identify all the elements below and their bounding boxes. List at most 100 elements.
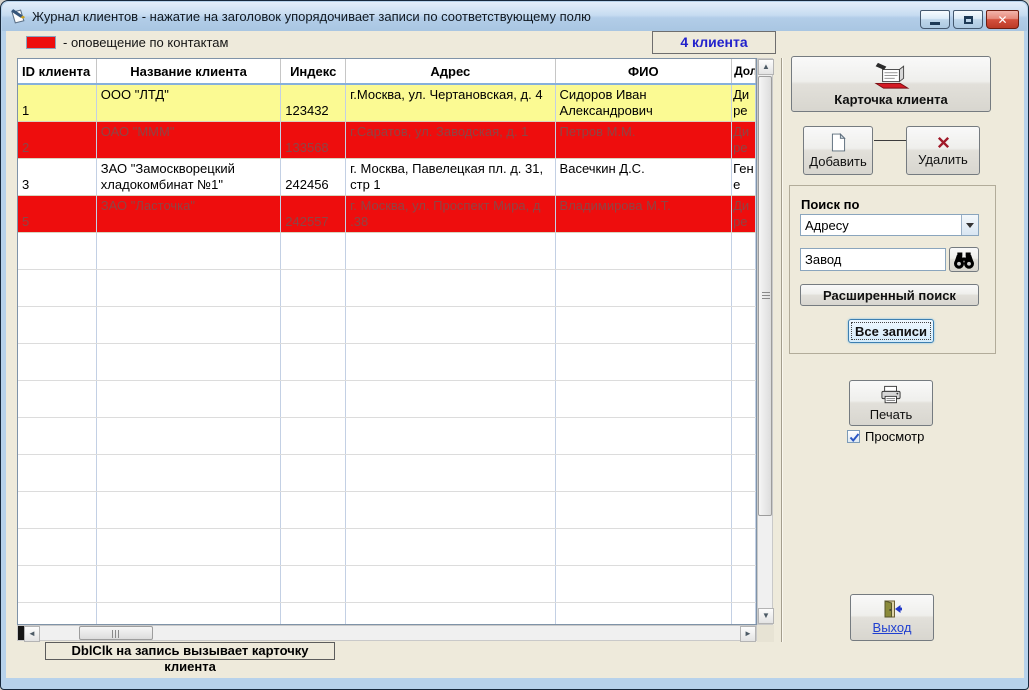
search-group-label: Поиск по: [801, 197, 859, 212]
delete-label: Удалить: [918, 152, 968, 167]
delete-x-icon: [936, 135, 951, 150]
new-document-icon: [831, 133, 846, 152]
clients-grid: ID клиентаНазвание клиентаИндексАдресФИО…: [17, 58, 757, 625]
preview-checkbox[interactable]: [847, 430, 860, 443]
dropdown-selected-value: Адресу: [801, 218, 961, 233]
search-input[interactable]: [800, 248, 946, 271]
vertical-scroll-thumb[interactable]: [758, 76, 772, 516]
all-records-label: Все записи: [855, 324, 927, 339]
column-header-index[interactable]: Индекс: [281, 59, 346, 83]
exit-button[interactable]: Выход: [850, 594, 934, 641]
titlebar[interactable]: Журнал клиентов - нажатие на заголовок у…: [2, 2, 1027, 31]
advanced-search-label: Расширенный поиск: [823, 288, 956, 303]
empty-row: [18, 233, 756, 270]
cell-index: 123432: [281, 85, 346, 121]
minimize-button[interactable]: [920, 10, 950, 29]
scroll-up-button[interactable]: ▲: [758, 59, 774, 75]
minimize-icon: [930, 22, 940, 25]
dropdown-button[interactable]: [961, 215, 978, 235]
add-button[interactable]: Добавить: [803, 126, 873, 175]
table-row[interactable]: 3ЗАО "Замоскворецкий хладокомбинат №1"24…: [18, 159, 756, 196]
status-hint: DblClk на запись вызывает карточку клиен…: [45, 642, 335, 660]
scroll-right-button[interactable]: ►: [740, 626, 756, 642]
horizontal-scroll-track[interactable]: [40, 626, 740, 640]
close-button[interactable]: ✕: [986, 10, 1019, 29]
cell-index: 133568: [281, 122, 346, 158]
column-header-address[interactable]: Адрес: [346, 59, 555, 83]
scrollbar-corner: [757, 625, 774, 642]
table-row[interactable]: 5ЗАО "Ласточка"242557г. Москва, ул. Прос…: [18, 196, 756, 233]
chevron-down-icon: [966, 223, 974, 228]
cell-name: ЗАО "Ласточка": [97, 196, 281, 232]
exit-door-icon: [882, 600, 902, 618]
cell-address: г. Москва, Павелецкая пл. д. 31, стр 1: [346, 159, 555, 195]
cell-index: 242557: [281, 196, 346, 232]
cell-position: Гене: [732, 159, 756, 195]
printer-icon: [880, 385, 902, 405]
cell-id: 5: [18, 196, 97, 232]
print-button[interactable]: Печать: [849, 380, 933, 426]
check-icon: [848, 431, 861, 444]
delete-button[interactable]: Удалить: [906, 126, 980, 175]
horizontal-scroll-thumb[interactable]: [79, 626, 153, 640]
advanced-search-button[interactable]: Расширенный поиск: [800, 284, 979, 306]
cell-id: 1: [18, 85, 97, 121]
empty-row: [18, 603, 756, 625]
grid-body: 1ООО "ЛТД"123432г.Москва, ул. Чертановск…: [18, 85, 756, 625]
thumb-grip-icon: [762, 292, 770, 300]
close-icon: ✕: [997, 14, 1007, 26]
app-window: Журнал клиентов - нажатие на заголовок у…: [0, 0, 1029, 690]
column-header-fio[interactable]: ФИО: [556, 59, 733, 83]
cell-fio: Васечкин Д.С.: [556, 159, 733, 195]
legend-color-swatch: [26, 36, 56, 49]
empty-row: [18, 492, 756, 529]
maximize-icon: [964, 16, 973, 24]
scroll-left-button[interactable]: ◄: [24, 626, 40, 642]
all-records-button[interactable]: Все записи: [848, 319, 934, 343]
cell-name: ЗАО "Замоскворецкий хладокомбинат №1": [97, 159, 281, 195]
cell-name: ООО "ЛТД": [97, 85, 281, 121]
empty-row: [18, 381, 756, 418]
panel-separator: [781, 58, 782, 642]
cell-address: г. Москва, ул. Проспект Мира, д .38: [346, 196, 555, 232]
window-controls: ✕: [920, 10, 1019, 29]
legend-label: - оповещение по контактам: [63, 35, 228, 50]
preview-label: Просмотр: [865, 429, 924, 444]
client-card-button[interactable]: Карточка клиента: [791, 56, 991, 112]
cell-fio: Петров М.М.: [556, 122, 733, 158]
client-card-label: Карточка клиента: [834, 92, 947, 107]
search-field-dropdown[interactable]: Адресу: [800, 214, 979, 236]
scroll-down-button[interactable]: ▼: [758, 608, 774, 624]
cell-index: 242456: [281, 159, 346, 195]
column-header-position[interactable]: Дол: [732, 59, 756, 83]
vertical-scrollbar[interactable]: ▲ ▼: [757, 58, 773, 625]
maximize-button[interactable]: [953, 10, 983, 29]
empty-row: [18, 418, 756, 455]
empty-row: [18, 455, 756, 492]
column-header-name[interactable]: Название клиента: [97, 59, 282, 83]
cell-position: Дире: [732, 85, 756, 121]
thumb-grip-icon: [112, 630, 120, 638]
window-title: Журнал клиентов - нажатие на заголовок у…: [32, 2, 591, 31]
cell-id: 2: [18, 122, 97, 158]
add-label: Добавить: [809, 154, 866, 169]
table-row[interactable]: 1ООО "ЛТД"123432г.Москва, ул. Чертановск…: [18, 85, 756, 122]
button-connector-line: [874, 140, 906, 141]
card-file-icon: [871, 62, 911, 90]
cell-address: г.Москва, ул. Чертановская, д. 4: [346, 85, 555, 121]
exit-label: Выход: [873, 620, 912, 635]
find-button[interactable]: [949, 247, 979, 272]
cell-id: 3: [18, 159, 97, 195]
cell-address: г.Саратов, ул. Заводская, д. 1: [346, 122, 555, 158]
table-row[interactable]: 2ОАО "МММ"133568г.Саратов, ул. Заводская…: [18, 122, 756, 159]
grid-header: ID клиентаНазвание клиентаИндексАдресФИО…: [18, 59, 756, 85]
cell-position: Дире: [732, 122, 756, 158]
cell-position: Дире: [732, 196, 756, 232]
horizontal-scrollbar[interactable]: ◄ ►: [17, 625, 757, 641]
binoculars-icon: [952, 250, 976, 270]
preview-check-row: Просмотр: [847, 429, 924, 444]
empty-row: [18, 307, 756, 344]
column-header-id[interactable]: ID клиента: [18, 59, 97, 83]
print-label: Печать: [870, 407, 913, 422]
cell-fio: Сидоров Иван Александрович: [556, 85, 733, 121]
